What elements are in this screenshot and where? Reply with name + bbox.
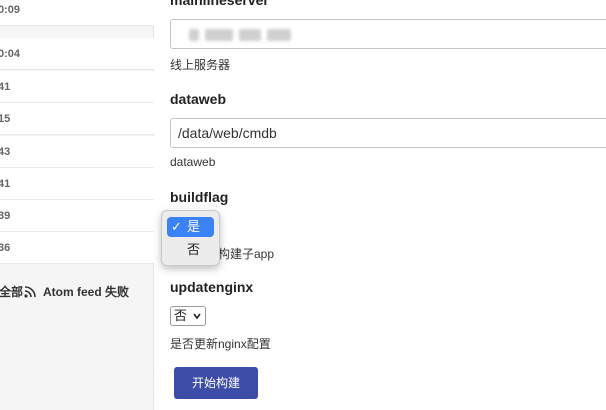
- dropdown-option-yes[interactable]: ✓ 是: [167, 217, 214, 237]
- param-desc-dataweb: dataweb: [170, 155, 216, 169]
- dropdown-option-no[interactable]: 否: [167, 240, 214, 260]
- build-row[interactable]: 0:09: [0, 0, 154, 26]
- build-time: 43: [0, 146, 11, 158]
- redacted-value: [267, 29, 291, 41]
- checkmark-icon: ✓: [171, 219, 182, 234]
- build-time: 36: [0, 242, 11, 254]
- feed-links: 全部 Atom feed 失败: [0, 276, 154, 308]
- dataweb-input[interactable]: /data/web/cmdb: [170, 118, 606, 148]
- mainlineserver-input[interactable]: [170, 19, 606, 49]
- param-desc-mainlineserver: 线上服务器: [170, 58, 231, 72]
- param-name-mainlineserver: mainlineserver: [170, 0, 269, 8]
- build-row[interactable]: 36: [0, 232, 154, 264]
- chevron-down-icon: [193, 313, 201, 320]
- build-row[interactable]: 41: [0, 71, 154, 103]
- param-desc-buildflag: 构建子app: [218, 247, 275, 261]
- build-time: 39: [0, 210, 11, 222]
- start-build-button[interactable]: 开始构建: [174, 367, 258, 399]
- atom-feed-failed-link[interactable]: Atom feed 失败: [43, 276, 129, 308]
- build-time: 0:09: [0, 4, 21, 16]
- option-label: 否: [187, 242, 201, 257]
- redacted-value: [189, 29, 199, 41]
- redacted-value: [239, 29, 261, 41]
- atom-feed-all-link[interactable]: 全部: [0, 276, 23, 308]
- buildflag-dropdown-menu: ✓ 是 否: [161, 210, 220, 266]
- build-time: 15: [0, 113, 11, 125]
- build-row[interactable]: 43: [0, 136, 154, 168]
- param-name-buildflag: buildflag: [170, 189, 229, 205]
- build-row[interactable]: 39: [0, 200, 154, 232]
- updatenginx-selected-value: 否: [174, 308, 188, 323]
- build-history-panel: 0:09 0:04 41 15 43 41 39 36 全部 Atom feed…: [0, 0, 154, 410]
- option-label: 是: [187, 219, 201, 234]
- build-time: 0:04: [0, 48, 21, 60]
- updatenginx-select[interactable]: 否: [170, 306, 206, 326]
- param-name-updatenginx: updatenginx: [170, 279, 254, 295]
- redacted-value: [205, 29, 233, 41]
- rss-icon: [24, 286, 36, 298]
- build-row[interactable]: 41: [0, 168, 154, 200]
- param-desc-updatenginx: 是否更新nginx配置: [170, 337, 271, 351]
- build-time: 41: [0, 81, 11, 93]
- param-name-dataweb: dataweb: [170, 91, 227, 107]
- build-parameters-form: mainlineserver 线上服务器 dataweb /data/web/c…: [155, 0, 606, 410]
- build-row[interactable]: 15: [0, 103, 154, 135]
- build-time: 41: [0, 178, 11, 190]
- build-row[interactable]: 0:04: [0, 38, 154, 70]
